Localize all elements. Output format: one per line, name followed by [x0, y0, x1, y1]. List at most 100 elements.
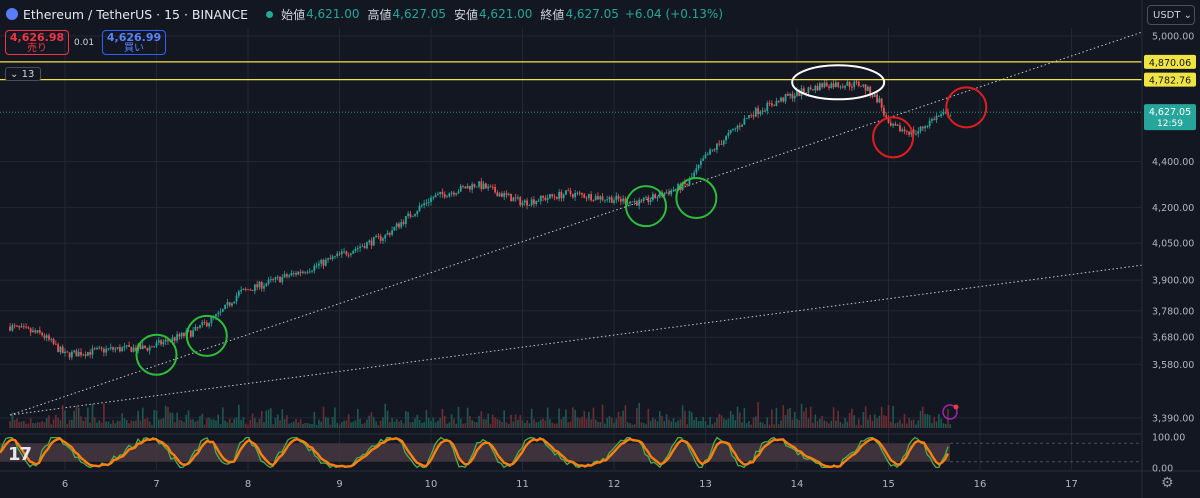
volume-bar: [594, 419, 597, 428]
candle-body: [494, 187, 496, 193]
candle-body: [59, 346, 62, 352]
buy-button[interactable]: 4,626.99 買い: [102, 30, 166, 55]
volume-bar: [894, 423, 897, 428]
volume-bar: [25, 423, 27, 428]
volume-bar: [208, 417, 210, 428]
volume-bar: [100, 422, 103, 428]
candle-body: [318, 263, 320, 266]
volume-bar: [713, 422, 716, 428]
candle-body: [253, 284, 256, 292]
candle-body: [864, 84, 867, 91]
candle-body: [45, 335, 48, 338]
symbol-title[interactable]: Ethereum / TetherUS · 15 · BINANCE: [23, 7, 248, 22]
candle-body: [260, 281, 263, 289]
volume-bar: [176, 412, 178, 428]
volume-bar: [899, 419, 901, 428]
volume-bar: [482, 418, 485, 428]
candle-body: [585, 197, 588, 199]
candle-body: [439, 191, 442, 194]
volume-bar: [617, 411, 620, 428]
volume-bar: [11, 412, 14, 428]
candle-body: [697, 164, 700, 169]
close-value: 4,627.05: [565, 7, 619, 21]
volume-bar: [103, 403, 105, 428]
volume-bar: [286, 415, 288, 428]
volume-bar: [873, 414, 876, 428]
volume-bar: [119, 420, 121, 428]
volume-bar: [59, 420, 62, 428]
candle-body: [937, 116, 940, 117]
volume-bar: [761, 422, 764, 428]
candle-body: [322, 259, 325, 266]
volume-bar: [295, 418, 297, 428]
candle-body: [205, 322, 208, 327]
candle-body: [57, 344, 60, 352]
volume-bar: [480, 411, 483, 428]
candle-body: [311, 270, 313, 272]
volume-bar: [427, 417, 430, 428]
volume-bar: [290, 422, 293, 428]
volume-bar: [169, 412, 172, 428]
volume-bar: [926, 414, 929, 428]
volume-bar: [661, 415, 663, 428]
green-circle-marker: [675, 177, 718, 220]
high-value: 4,627.05: [392, 7, 446, 21]
volume-bar: [537, 421, 540, 428]
volume-bar: [324, 416, 327, 428]
time-axis[interactable]: 6 7 8 9 10 11 12 13 14 15 16 17: [62, 479, 1078, 490]
volume-bar: [883, 415, 885, 428]
volume-bar: [922, 406, 924, 428]
close-label: 終値: [540, 7, 565, 22]
volume-bar: [345, 420, 348, 428]
sell-button[interactable]: 4,626.98 売り: [5, 30, 69, 55]
candle-body: [553, 196, 556, 198]
candle-body: [590, 194, 593, 201]
volume-bar: [871, 420, 874, 428]
volume-bar: [807, 418, 810, 428]
volume-bar: [91, 403, 94, 428]
candle-body: [50, 339, 53, 340]
candle-body: [366, 242, 368, 249]
volume-bar: [736, 406, 739, 428]
candle-body: [36, 330, 39, 333]
volume-bar: [787, 409, 789, 428]
volume-bar: [828, 423, 830, 428]
candle-body: [700, 160, 702, 165]
candles: [9, 78, 952, 361]
candle-body: [459, 186, 462, 192]
candle-body: [587, 194, 590, 198]
volume-bar: [562, 416, 565, 428]
candle-body: [583, 194, 586, 198]
candle-body: [519, 197, 522, 206]
candle-body: [299, 271, 302, 273]
currency-select[interactable]: USDT ⌄: [1147, 5, 1195, 25]
high-label: 高値: [367, 7, 392, 22]
candle-body: [615, 195, 618, 201]
candle-body: [347, 254, 350, 256]
chart[interactable]: 4,870.064,782.764,627.0512:59 5,000.004,…: [0, 0, 1200, 498]
settings-gear-icon[interactable]: ⚙: [1161, 475, 1174, 491]
candle-body: [157, 340, 160, 343]
candle-body: [27, 327, 30, 329]
candle-body: [203, 322, 206, 323]
volume-bar: [338, 424, 341, 428]
time-tick-label: 7: [153, 479, 159, 490]
volume-bar: [41, 421, 43, 428]
volume-bar: [494, 417, 496, 428]
candle-body: [194, 326, 197, 331]
candle-body: [343, 251, 345, 253]
candle-body: [109, 347, 112, 349]
volume-bar: [510, 414, 512, 428]
candle-body: [546, 198, 549, 200]
volume-bar: [327, 417, 329, 428]
candle-body: [773, 105, 776, 107]
volume-bar: [75, 406, 78, 428]
candle-body: [292, 272, 295, 274]
volume-bar: [443, 415, 446, 428]
candle-body: [599, 196, 602, 200]
volume-bar: [398, 421, 400, 428]
indicators-toggle[interactable]: ⌄ 13: [5, 67, 41, 81]
volume-bar: [146, 417, 149, 428]
volume-bar: [517, 419, 519, 428]
candle-body: [208, 323, 211, 327]
